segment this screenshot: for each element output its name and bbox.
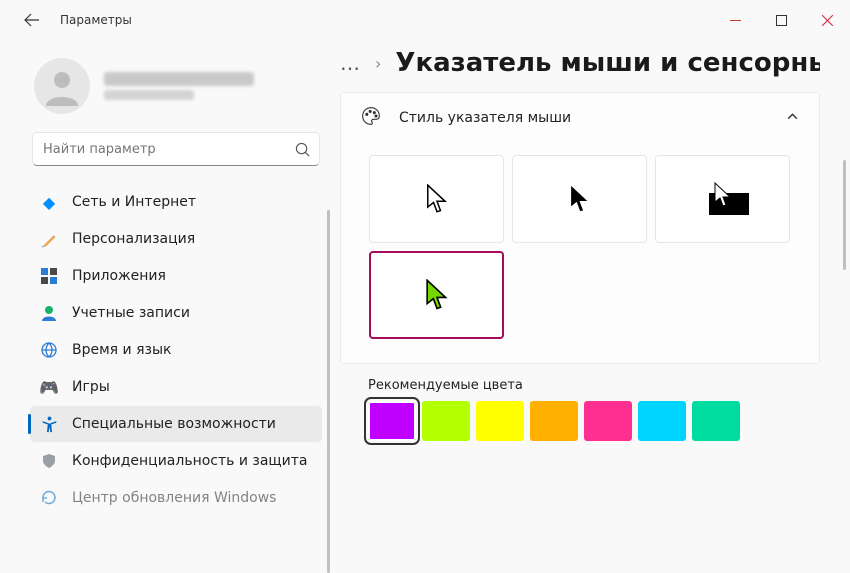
nav-label: Конфиденциальность и защита (72, 453, 307, 469)
main-scrollbar[interactable] (843, 160, 846, 270)
update-icon (40, 489, 58, 507)
titlebar: Параметры (0, 0, 850, 40)
color-swatch[interactable] (476, 401, 524, 441)
gamepad-icon: 🎮 (40, 378, 58, 396)
nav-label: Специальные возможности (72, 416, 276, 432)
search-box[interactable] (32, 132, 320, 166)
person-icon (40, 304, 58, 322)
color-swatch[interactable] (422, 401, 470, 441)
search-input[interactable] (43, 142, 293, 157)
nav-item-apps[interactable]: Приложения (30, 258, 322, 294)
cursor-style-black[interactable] (512, 155, 647, 243)
nav-item-time-language[interactable]: Время и язык (30, 332, 322, 368)
chevron-up-icon (786, 110, 799, 127)
fade-overlay (330, 545, 850, 573)
sidebar: ◆ Сеть и Интернет Персонализация Приложе… (0, 40, 330, 573)
close-button[interactable] (804, 5, 850, 35)
brush-icon (40, 230, 58, 248)
profile-email-blurred (104, 90, 194, 100)
profile-header[interactable] (30, 50, 322, 128)
nav-item-privacy[interactable]: Конфиденциальность и защита (30, 443, 322, 479)
window-controls (712, 5, 850, 35)
panel-title: Стиль указателя мыши (399, 110, 571, 126)
recommended-colors-section: Рекомендуемые цвета (340, 372, 820, 451)
profile-text (104, 72, 254, 100)
profile-name-blurred (104, 72, 254, 86)
nav-label: Игры (72, 379, 110, 395)
nav-item-network[interactable]: ◆ Сеть и Интернет (30, 184, 322, 220)
nav-item-windows-update[interactable]: Центр обновления Windows (30, 480, 322, 516)
nav-item-accessibility[interactable]: Специальные возможности (30, 406, 322, 442)
avatar (34, 58, 90, 114)
color-swatch[interactable] (638, 401, 686, 441)
minimize-button[interactable] (712, 5, 758, 35)
globe-icon (40, 341, 58, 359)
shield-icon (40, 452, 58, 470)
breadcrumb: … › Указатель мыши и сенсорный (340, 48, 850, 78)
breadcrumb-separator: › (375, 54, 381, 73)
nav-item-personalization[interactable]: Персонализация (30, 221, 322, 257)
nav-label: Сеть и Интернет (72, 194, 196, 210)
body: ◆ Сеть и Интернет Персонализация Приложе… (0, 40, 850, 573)
nav-label: Приложения (72, 268, 166, 284)
color-row (368, 401, 792, 441)
nav-label: Учетные записи (72, 305, 190, 321)
wifi-icon: ◆ (40, 193, 58, 211)
accessibility-icon (40, 415, 58, 433)
color-swatch[interactable] (692, 401, 740, 441)
color-swatch[interactable] (530, 401, 578, 441)
nav-label: Персонализация (72, 231, 195, 247)
main-content: … › Указатель мыши и сенсорный Стиль ука… (330, 40, 850, 573)
nav-item-gaming[interactable]: 🎮 Игры (30, 369, 322, 405)
cursor-style-inverted[interactable] (655, 155, 790, 243)
breadcrumb-more[interactable]: … (340, 51, 361, 75)
apps-icon (40, 267, 58, 285)
search-icon (293, 140, 311, 158)
window-title: Параметры (60, 13, 132, 27)
color-swatch[interactable] (368, 401, 416, 441)
back-button[interactable] (20, 8, 44, 32)
recommended-colors-label: Рекомендуемые цвета (368, 378, 792, 393)
pointer-style-panel: Стиль указателя мыши (340, 92, 820, 364)
palette-icon (361, 106, 381, 130)
page-title: Указатель мыши и сенсорный (395, 48, 820, 78)
color-swatch[interactable] (584, 401, 632, 441)
nav-item-accounts[interactable]: Учетные записи (30, 295, 322, 331)
nav-list: ◆ Сеть и Интернет Персонализация Приложе… (30, 184, 322, 516)
cursor-style-custom[interactable] (369, 251, 504, 339)
cursor-style-white[interactable] (369, 155, 504, 243)
maximize-button[interactable] (758, 5, 804, 35)
cursor-style-grid (341, 143, 819, 363)
settings-window: Параметры (0, 0, 850, 573)
nav-label: Центр обновления Windows (72, 490, 276, 506)
nav-label: Время и язык (72, 342, 171, 358)
panel-header[interactable]: Стиль указателя мыши (341, 93, 819, 143)
